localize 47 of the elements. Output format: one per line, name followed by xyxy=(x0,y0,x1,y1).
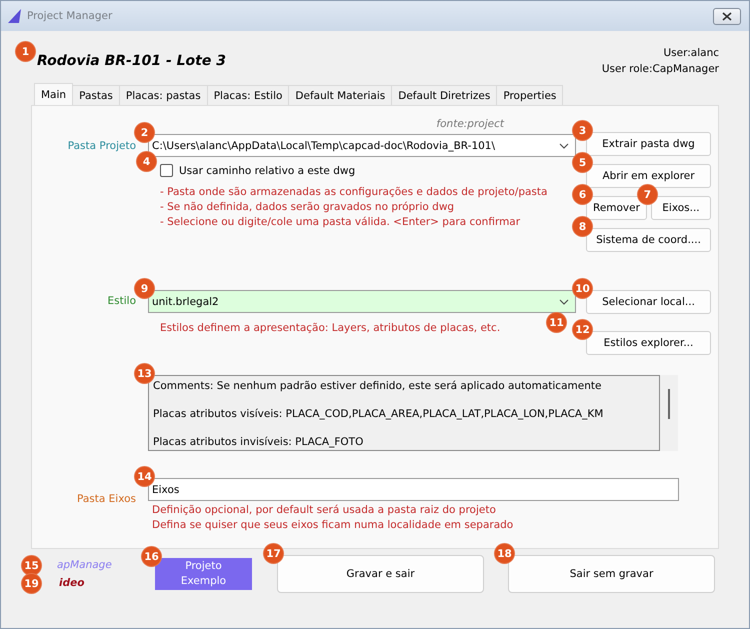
tab[interactable]: Main xyxy=(34,83,74,105)
help-text: - Pasta onde são armazenadas as configurações e dados de projeto/pasta xyxy=(160,185,548,200)
action-button[interactable]: Estilos explorer... xyxy=(586,331,711,355)
app-logo-icon xyxy=(7,8,23,24)
path-combo[interactable]: C:\Users\alanc\AppData\Local\Temp\capcad-doc\Rodovia_BR-101\ xyxy=(148,134,576,157)
comment-line: Placas atributos invisíveis: PLACA_FOTO xyxy=(153,435,364,449)
number-badge: 6 xyxy=(572,184,593,205)
action-button[interactable]: Extrair pasta dwg xyxy=(586,132,711,156)
action-button[interactable]: Sistema de coord.... xyxy=(586,228,711,252)
footer-button[interactable]: Gravar e sair xyxy=(277,555,484,593)
comment-line: Comments: Se nenhum padrão estiver definido, este será aplicado automaticamente xyxy=(153,379,602,393)
number-badge: 3 xyxy=(572,120,593,141)
number-badge: 15 xyxy=(21,555,42,576)
project-title: Rodovia BR-101 - Lote 3 xyxy=(37,53,226,69)
number-badge: 19 xyxy=(21,573,42,594)
number-badge: 11 xyxy=(546,312,567,333)
field-label: Pasta Eixos xyxy=(76,492,136,507)
user-name: User:alanc xyxy=(664,46,719,61)
help-text: Estilos definem a apresentação: Layers, atributos de placas, etc. xyxy=(160,321,500,336)
tab[interactable]: Properties xyxy=(496,85,564,105)
style-combo[interactable]: unit.brlegal2 xyxy=(148,290,576,313)
number-badge: 12 xyxy=(572,319,593,340)
help-text: Definição opcional, por default será usada a pasta raiz do projeto xyxy=(152,503,496,518)
number-badge: 10 xyxy=(572,278,593,299)
number-badge: 8 xyxy=(572,216,593,237)
number-badge: 9 xyxy=(134,278,155,299)
close-icon xyxy=(722,12,732,20)
scrollbar-thumb[interactable] xyxy=(668,389,670,419)
action-button[interactable]: Abrir em explorer xyxy=(586,164,711,188)
field-label: Estilo xyxy=(106,294,136,309)
window-title: Project Manager xyxy=(27,10,114,22)
action-button[interactable]: Remover xyxy=(586,196,647,220)
field-label: Pasta Projeto xyxy=(66,139,136,154)
number-badge: 1 xyxy=(15,41,36,62)
user-role: User role:CapManager xyxy=(602,62,719,77)
number-badge: 13 xyxy=(134,363,155,384)
comment-line: Placas atributos visíveis: PLACA_COD,PLACA_AREA,PLACA_LAT,PLACA_LON,PLACA_KM xyxy=(153,407,604,421)
help-text: - Selecione ou digite/cole uma pasta válida. <Enter> para confirmar xyxy=(160,215,520,230)
source-label: fonte:project xyxy=(436,118,504,132)
help-text: - Se não definida, dados serão gravados no próprio dwg xyxy=(160,200,454,215)
help-text: Defina se quiser que seus eixos ficam numa localidade em separado xyxy=(152,518,514,533)
footer-link[interactable]: ideo xyxy=(59,577,84,589)
close-button[interactable] xyxy=(713,8,741,24)
number-badge: 2 xyxy=(134,122,155,143)
relative-path-checkbox[interactable]: Usar caminho relativo a este dwg xyxy=(160,164,356,177)
action-button[interactable]: Eixos... xyxy=(650,196,711,220)
number-badge: 4 xyxy=(136,151,157,172)
